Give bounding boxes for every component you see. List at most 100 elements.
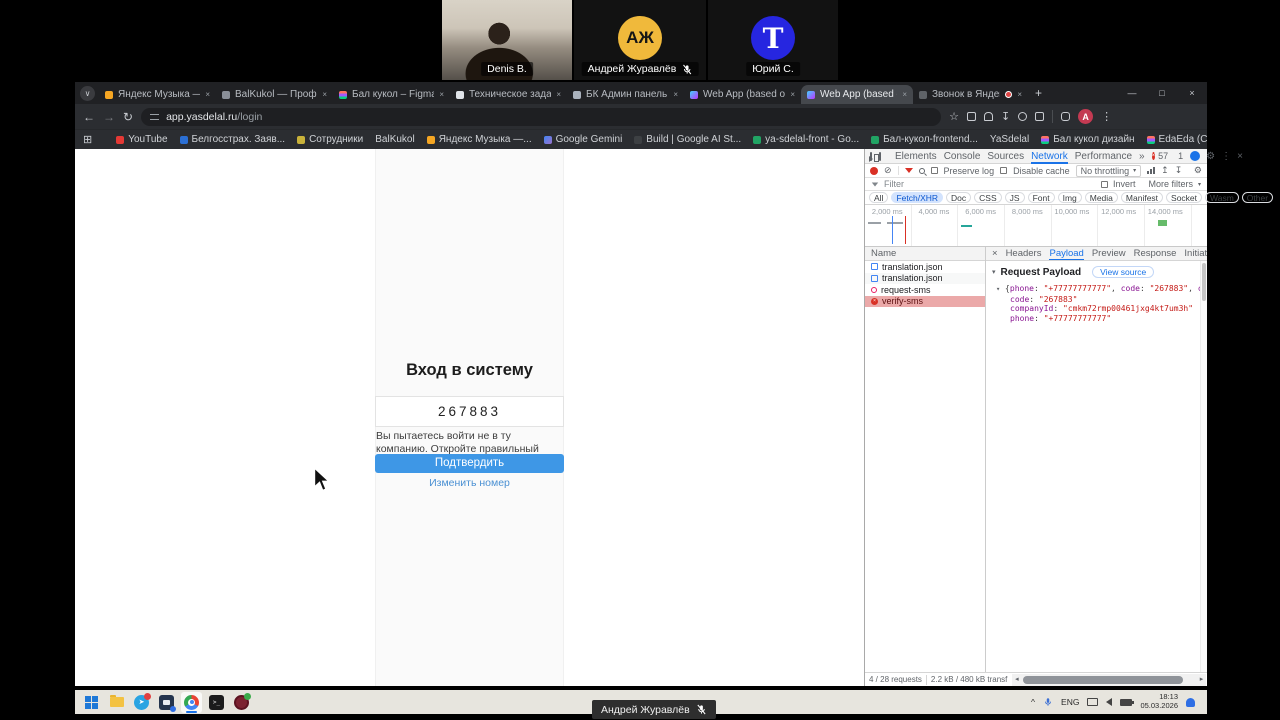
devtools-settings-icon[interactable]: ⚙ — [1206, 151, 1215, 162]
scrollbar-thumb[interactable] — [1023, 675, 1184, 684]
bookmark-yasdelal[interactable]: YaSdelal — [990, 134, 1029, 145]
filter-input[interactable]: Filter — [884, 179, 904, 189]
site-settings-icon[interactable] — [150, 113, 160, 121]
chrome-button[interactable] — [181, 691, 202, 713]
collapse-caret-icon[interactable]: ▾ — [992, 268, 996, 276]
bookmark-ya-sdelal-front[interactable]: ya-sdelal-front - Go... — [753, 134, 859, 145]
bookmark-bal-kukol-design[interactable]: Бал кукол дизайн — [1041, 134, 1135, 145]
search-network-icon[interactable] — [918, 167, 925, 174]
bookmark-edaeda[interactable]: EdaEda (Copy) – Fig... — [1146, 134, 1207, 145]
browser-menu-icon[interactable]: ⋮ — [1101, 110, 1112, 123]
request-row[interactable]: translation.json — [865, 272, 985, 284]
request-row[interactable]: translation.json — [865, 261, 985, 273]
profile-avatar[interactable]: A — [1078, 109, 1094, 124]
back-button[interactable]: ← — [83, 110, 95, 124]
devtools-tab-network[interactable]: Network — [1031, 149, 1068, 164]
tab-search-button[interactable]: ∨ — [80, 86, 95, 101]
chip-all[interactable]: All — [869, 192, 889, 203]
change-number-link[interactable]: Изменить номер — [375, 477, 564, 489]
forward-button[interactable]: → — [103, 110, 115, 124]
downloads-icon[interactable]: ↧ — [1001, 110, 1010, 123]
name-column-header[interactable]: Name — [865, 247, 985, 261]
detail-tab-response[interactable]: Response — [1134, 248, 1177, 259]
notifications-bell-icon[interactable] — [1186, 697, 1195, 707]
close-window-button[interactable]: × — [1177, 82, 1207, 104]
devtools-tab-sources[interactable]: Sources — [987, 149, 1024, 164]
bookmark-sotrudniki[interactable]: Сотрудники — [297, 134, 363, 145]
chip-img[interactable]: Img — [1057, 192, 1082, 203]
telegram-button[interactable]: ➤ — [131, 692, 152, 713]
devtools-close-icon[interactable]: × — [1237, 151, 1243, 162]
export-har-icon[interactable]: ↧ — [1175, 165, 1183, 176]
code-input[interactable]: 267883 — [375, 396, 564, 427]
tab-tech-task[interactable]: Техническое задание: А × — [450, 85, 567, 104]
bookmark-gemini[interactable]: Google Gemini — [543, 134, 622, 145]
chip-wasm[interactable]: Wasm — [1205, 192, 1239, 203]
app-button[interactable] — [156, 692, 177, 713]
hidden-icons-chevron[interactable]: ^ — [1031, 697, 1035, 707]
terminal-button[interactable]: >_ — [206, 692, 227, 713]
submit-button[interactable]: Подтвердить — [375, 454, 564, 473]
chip-socket[interactable]: Socket — [1166, 192, 1203, 203]
participant-tile-yuri[interactable]: T Юрий С. — [708, 0, 838, 80]
chip-fetch-xhr[interactable]: Fetch/XHR — [891, 192, 944, 203]
tab-yandex-music[interactable]: Яндекс Музыка — соби × — [99, 85, 216, 104]
request-row[interactable]: request-sms — [865, 284, 985, 296]
speaker-icon[interactable] — [1106, 698, 1113, 706]
participant-tile-denis[interactable]: Denis B. — [442, 0, 572, 80]
record-network-icon[interactable] — [870, 166, 878, 175]
detail-tab-initiator[interactable]: Initiator — [1184, 248, 1207, 259]
inspect-element-icon[interactable] — [869, 151, 873, 162]
tab-close-icon[interactable]: × — [673, 90, 678, 99]
request-row-selected[interactable]: × verify-sms — [865, 295, 985, 307]
chip-css[interactable]: CSS — [974, 192, 1002, 203]
detail-tab-headers[interactable]: Headers — [1006, 248, 1042, 259]
devtools-profile-icon[interactable] — [1190, 151, 1201, 161]
close-detail-icon[interactable]: × — [992, 248, 998, 259]
devtools-tab-elements[interactable]: Elements — [895, 149, 937, 164]
tab-close-icon[interactable]: × — [556, 90, 561, 99]
import-har-icon[interactable]: ↥ — [1161, 165, 1169, 176]
tab-admin-panel[interactable]: БК Админ панель (прос × — [567, 85, 684, 104]
chip-font[interactable]: Font — [1027, 192, 1055, 203]
battery-icon[interactable] — [1120, 698, 1135, 706]
scroll-right-icon[interactable]: ▸ — [1197, 674, 1206, 686]
tab-yandex-call[interactable]: Звонок в Яндекс Тел × — [913, 85, 1028, 104]
bookmark-bal-kukol-frontend[interactable]: Бал-кукол-frontend... — [871, 134, 978, 145]
devtools-more-tabs-icon[interactable]: » — [1139, 151, 1145, 162]
tab-webapp-1[interactable]: Web App (based on Litef × — [684, 85, 801, 104]
devtools-tab-performance[interactable]: Performance — [1075, 149, 1132, 164]
throttling-select[interactable]: No throttling ▾ — [1075, 164, 1142, 177]
chip-manifest[interactable]: Manifest — [1120, 192, 1164, 203]
error-badge-icon[interactable]: × — [1151, 152, 1156, 160]
network-overview-timeline[interactable]: 2,000 ms 4,000 ms 6,000 ms 8,000 ms 10,0… — [865, 205, 1207, 247]
detail-scrollbar[interactable] — [1200, 261, 1207, 672]
extensions-puzzle-icon[interactable] — [1035, 112, 1045, 121]
tab-close-icon[interactable]: × — [322, 90, 327, 99]
apps-grid-icon[interactable]: ⊞ — [83, 133, 92, 146]
clock[interactable]: 18:13 05.03.2026 — [1140, 693, 1178, 710]
clear-network-icon[interactable]: ⊘ — [884, 165, 892, 176]
tab-webapp-active[interactable]: Web App (based on Lite × — [801, 85, 913, 104]
maximize-button[interactable]: □ — [1147, 82, 1177, 104]
microphone-icon[interactable] — [1043, 697, 1053, 707]
detail-tab-payload[interactable]: Payload — [1049, 247, 1083, 260]
extension-icon[interactable] — [1018, 112, 1028, 121]
language-indicator[interactable]: ENG — [1061, 697, 1079, 707]
view-source-button[interactable]: View source — [1092, 266, 1155, 278]
chip-doc[interactable]: Doc — [946, 192, 972, 203]
filter-funnel-icon[interactable] — [904, 168, 913, 173]
address-bar[interactable]: app.yasdelal.ru /login — [141, 107, 942, 126]
bookmark-youtube[interactable]: YouTube — [116, 134, 168, 145]
horizontal-scrollbar[interactable]: ◂ ▸ — [1012, 673, 1206, 686]
reload-button[interactable]: ↻ — [123, 110, 133, 124]
bookmark-ai-studio[interactable]: Build | Google AI St... — [634, 134, 741, 145]
minimize-button[interactable]: — — [1117, 82, 1147, 104]
participant-tile-andrey[interactable]: АЖ Андрей Журавлёв — [574, 0, 706, 80]
detail-tab-preview[interactable]: Preview — [1092, 248, 1126, 259]
disable-cache-checkbox[interactable] — [1000, 167, 1008, 174]
bookmark-star-icon[interactable]: ☆ — [949, 110, 959, 123]
scroll-left-icon[interactable]: ◂ — [1012, 674, 1021, 686]
file-explorer-button[interactable] — [106, 692, 127, 713]
bookmark-balkukol[interactable]: BalKukol — [375, 134, 414, 145]
